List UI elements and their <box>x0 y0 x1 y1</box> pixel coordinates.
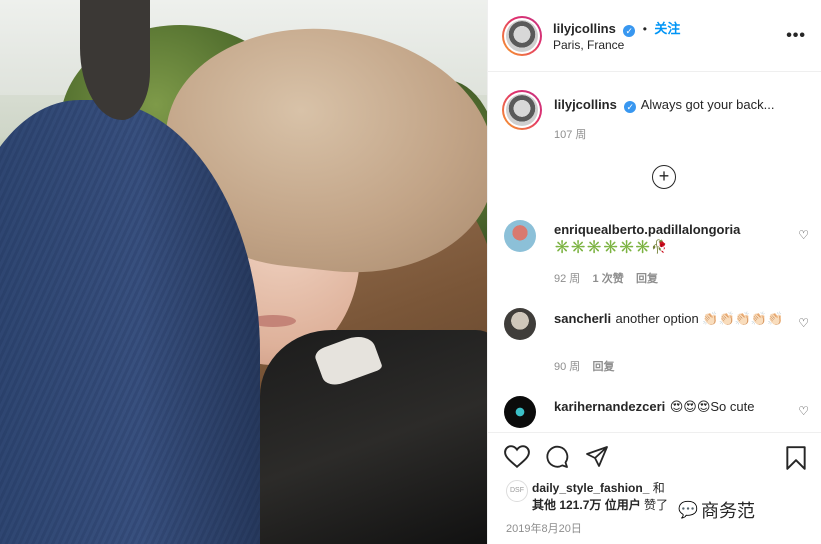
heart-icon[interactable] <box>504 445 530 469</box>
comment-username[interactable]: enriquealberto.padillalongoria <box>554 222 794 237</box>
caption: lilyjcollins ✓ Always got your back... <box>554 96 814 114</box>
likes-and: 和 <box>649 481 665 495</box>
header-username[interactable]: lilyjcollins <box>553 21 616 36</box>
follow-button[interactable]: 关注 <box>654 21 680 36</box>
post-header: lilyjcollins ✓ • 关注 Paris, France ••• <box>488 0 821 72</box>
liked-by: daily_style_fashion_ 和 其他 121.7万 位用户 赞了 <box>532 480 668 514</box>
caption-username[interactable]: lilyjcollins <box>554 97 617 112</box>
post-sidebar: lilyjcollins ✓ • 关注 Paris, France ••• li… <box>487 0 821 544</box>
wechat-icon: 💬 <box>678 502 698 519</box>
watermark: 商务范 <box>701 501 755 521</box>
comment-text: ✳️✳️✳️✳️✳️✳️🥀 <box>554 239 668 254</box>
reply-button[interactable]: 回复 <box>593 361 615 373</box>
comment-heart-icon[interactable]: ♡ <box>798 404 809 418</box>
bookmark-icon[interactable] <box>785 445 807 471</box>
comment-username[interactable]: karihernandezceri <box>554 399 665 414</box>
post-actions: DSF daily_style_fashion_ 和 其他 121.7万 位用户… <box>488 432 821 544</box>
plus-circle-icon[interactable]: + <box>652 165 676 189</box>
post-photo[interactable] <box>0 0 487 544</box>
commenter-avatar[interactable] <box>504 308 536 340</box>
comment-heart-icon[interactable]: ♡ <box>798 316 809 330</box>
commenter-avatar[interactable] <box>504 396 536 428</box>
separator: • <box>642 22 647 36</box>
post-date: 2019年8月20日 <box>506 523 582 535</box>
comment-age: 90 周 <box>554 361 581 373</box>
comment-meta: 90 周 回复 <box>554 358 615 374</box>
comment: karihernandezceri 😍😍😍So cute <box>554 398 794 416</box>
caption-avatar[interactable] <box>502 90 542 130</box>
comment-text: another option 👏🏻👏🏻👏🏻👏🏻👏🏻 <box>615 311 784 326</box>
comment-heart-icon[interactable]: ♡ <box>798 228 809 242</box>
avatar[interactable] <box>502 16 542 56</box>
commenter-avatar[interactable] <box>504 220 536 252</box>
location-link[interactable]: Paris, France <box>553 38 624 52</box>
liker-avatar[interactable]: DSF <box>506 480 528 502</box>
verified-icon: ✓ <box>623 25 636 37</box>
comment-meta: 92 周 1 次赞 回复 <box>554 270 658 286</box>
comment-likes[interactable]: 1 次赞 <box>593 273 624 285</box>
comment-text: 😍😍😍So cute <box>669 399 755 414</box>
comment: sancherli another option 👏🏻👏🏻👏🏻👏🏻👏🏻 <box>554 310 784 327</box>
comment-icon[interactable] <box>544 445 570 469</box>
verified-icon: ✓ <box>624 101 637 113</box>
likes-suffix: 赞了 <box>640 498 669 512</box>
comment-age: 92 周 <box>554 273 581 285</box>
more-dots-icon[interactable]: ••• <box>786 27 806 45</box>
likes-count[interactable]: 其他 121.7万 位用户 <box>532 498 641 512</box>
reply-button[interactable]: 回复 <box>636 273 658 285</box>
comment-username[interactable]: sancherli <box>554 311 611 326</box>
paper-plane-icon[interactable] <box>584 445 610 469</box>
caption-text: Always got your back... <box>640 97 775 112</box>
liker-username[interactable]: daily_style_fashion_ <box>532 481 649 495</box>
comment: enriquealberto.padillalongoria ✳️✳️✳️✳️✳… <box>554 222 794 255</box>
caption-age: 107 周 <box>554 129 587 141</box>
